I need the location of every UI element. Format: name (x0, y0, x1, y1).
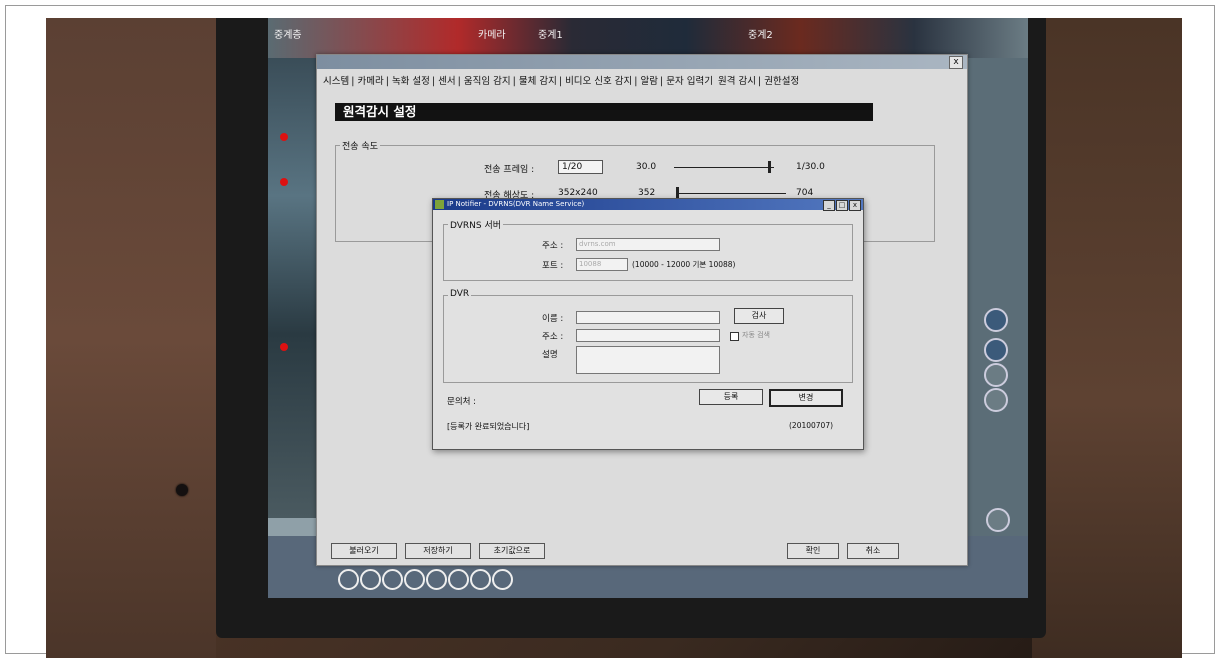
menu-item-camera[interactable]: 카메라 (357, 76, 383, 87)
auto-checkbox[interactable] (730, 332, 739, 341)
cam-label: 중계2 (748, 30, 773, 41)
close-icon[interactable]: x (949, 56, 963, 69)
register-button[interactable]: 등록 (699, 389, 763, 405)
channel-dial-icon[interactable] (426, 569, 447, 590)
dvrns-group-label: DVRNS 서버 (448, 218, 504, 231)
record-indicator (280, 178, 288, 186)
channel-dial-icon[interactable] (338, 569, 359, 590)
desc-field[interactable] (576, 346, 720, 374)
auto-checkbox-label: 자동 검색 (742, 331, 770, 339)
screw (176, 484, 188, 496)
ip-notifier-dialog: IP Notifier - DVRNS(DVR Name Service) _ … (432, 198, 864, 450)
dialog-titlebar: IP Notifier - DVRNS(DVR Name Service) _ … (433, 199, 863, 211)
round-control-icon[interactable] (984, 388, 1008, 412)
change-button[interactable]: 변경 (769, 389, 843, 407)
menu-item-system[interactable]: 시스템 (323, 76, 349, 87)
menu-item-sensor[interactable]: 센서 (438, 76, 455, 87)
port-hint: (10000 - 12000 기본 10088) (632, 260, 736, 269)
frame-label: 전송 프레임 : (484, 165, 535, 175)
menu-item-permission[interactable]: 권한설정 (764, 76, 799, 87)
maximize-icon[interactable]: □ (836, 200, 848, 211)
menu-item-object[interactable]: 물체 감지 (519, 76, 557, 87)
desc-label: 설명 (542, 350, 558, 360)
settings-titlebar: x (317, 55, 967, 69)
name-label: 이름 : (542, 314, 564, 324)
frame-min: 30.0 (636, 162, 657, 172)
status-text: [등록가 완료되었습니다] (447, 422, 530, 431)
menu-item-text-input[interactable]: 문자 입력기 (666, 76, 713, 87)
window-controls: _ □ x (823, 200, 861, 211)
res-value: 352x240 (558, 188, 598, 198)
cancel-button[interactable]: 취소 (847, 543, 899, 559)
section-title: 원격감시 설정 (335, 103, 873, 121)
minimize-icon[interactable]: _ (823, 200, 835, 211)
port-label: 포트 : (542, 261, 564, 271)
record-indicator (280, 133, 288, 141)
wood-cabinet-right (1032, 18, 1182, 658)
frame-field[interactable]: 1/20 (558, 160, 603, 174)
speed-group-label: 전송 속도 (340, 139, 380, 152)
dvr-group: DVR 이름 : 검사 주소 : 자동 검색 설명 (443, 289, 853, 383)
dvr-group-label: DVR (448, 289, 472, 299)
port-field[interactable]: 10088 (576, 258, 628, 271)
channel-dial-icon[interactable] (360, 569, 381, 590)
address-label: 주소 : (542, 241, 564, 251)
channel-dial-icon[interactable] (448, 569, 469, 590)
channel-dial-icon[interactable] (382, 569, 403, 590)
address-field[interactable]: dvrns.com (576, 238, 720, 251)
round-control-icon[interactable] (986, 508, 1010, 532)
close-icon[interactable]: x (849, 200, 861, 211)
save-button[interactable]: 저장하기 (405, 543, 471, 559)
version-text: (20100707) (789, 421, 834, 430)
frame-slider-thumb[interactable] (768, 161, 771, 173)
cam-label: 카메라 (478, 30, 506, 41)
res-min: 352 (638, 188, 656, 198)
res-slider[interactable] (676, 193, 786, 194)
menu-item-video-signal[interactable]: 비디오 신호 감지 (565, 76, 632, 87)
wood-cabinet-left (46, 18, 216, 658)
record-indicator (280, 343, 288, 351)
frame-slider[interactable] (674, 167, 774, 168)
ok-button[interactable]: 확인 (787, 543, 839, 559)
frame-max: 1/30.0 (796, 162, 825, 172)
load-button[interactable]: 불러오기 (331, 543, 397, 559)
name-field[interactable] (576, 311, 720, 324)
dvrns-group: DVRNS 서버 주소 : dvrns.com 포트 : 10088 (1000… (443, 218, 853, 281)
channel-dial-icon[interactable] (470, 569, 491, 590)
channel-dial-icon[interactable] (404, 569, 425, 590)
app-icon (435, 200, 444, 209)
round-control-icon[interactable] (984, 363, 1008, 387)
round-control-icon[interactable] (984, 308, 1008, 332)
settings-menu: 시스템 | 카메라 | 녹화 설정 | 센서 | 움직임 감지 | 물체 감지 | 비디오 … (323, 76, 800, 87)
dialog-title: IP Notifier - DVRNS(DVR Name Service) (447, 200, 585, 208)
res-max: 704 (796, 188, 814, 198)
camera-strip: 중계층 카메라 중계1 중계2 (268, 18, 1028, 58)
check-button[interactable]: 검사 (734, 308, 784, 324)
reset-button[interactable]: 초기값으로 (479, 543, 545, 559)
menu-item-remote[interactable]: 원격 감시 (718, 76, 756, 87)
menu-item-alarm[interactable]: 알람 (641, 76, 658, 87)
right-control-panel (964, 58, 1028, 598)
dvr-address-field[interactable] (576, 329, 720, 342)
dvr-address-label: 주소 : (542, 332, 564, 342)
channel-dial-icon[interactable] (492, 569, 513, 590)
menu-item-record[interactable]: 녹화 설정 (392, 76, 430, 87)
cam-label: 중계층 (274, 30, 302, 41)
menu-item-motion[interactable]: 움직임 감지 (464, 76, 511, 87)
round-control-icon[interactable] (984, 338, 1008, 362)
contact-label: 문의처 : (447, 397, 477, 407)
cam-label: 중계1 (538, 30, 563, 41)
